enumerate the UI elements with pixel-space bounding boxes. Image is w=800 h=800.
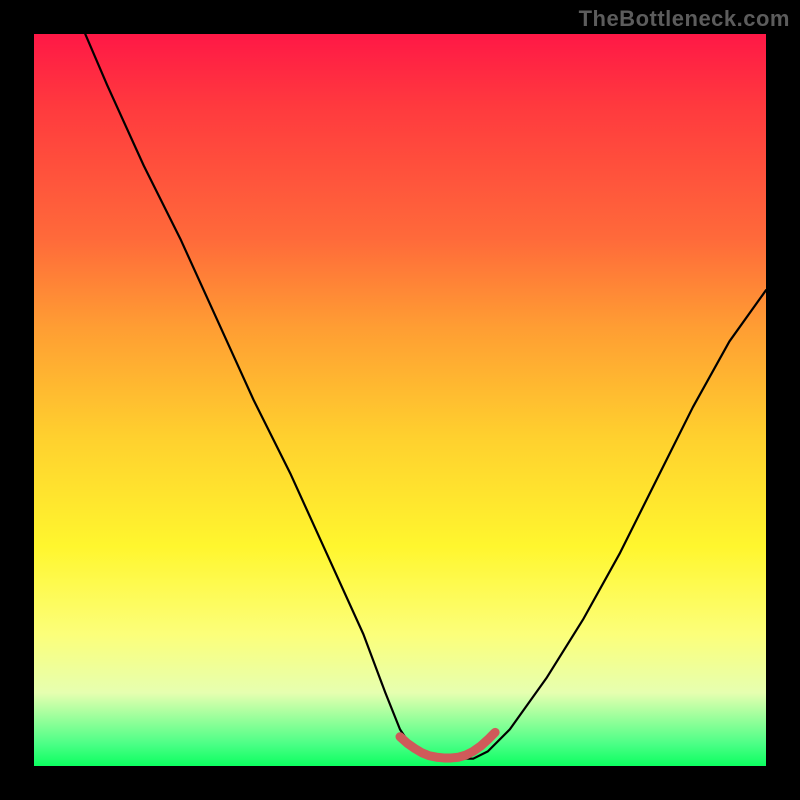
- chart-frame: TheBottleneck.com: [0, 0, 800, 800]
- curve-layer: [34, 34, 766, 766]
- plot-area: [34, 34, 766, 766]
- black-curve: [85, 34, 766, 759]
- watermark-text: TheBottleneck.com: [579, 6, 790, 32]
